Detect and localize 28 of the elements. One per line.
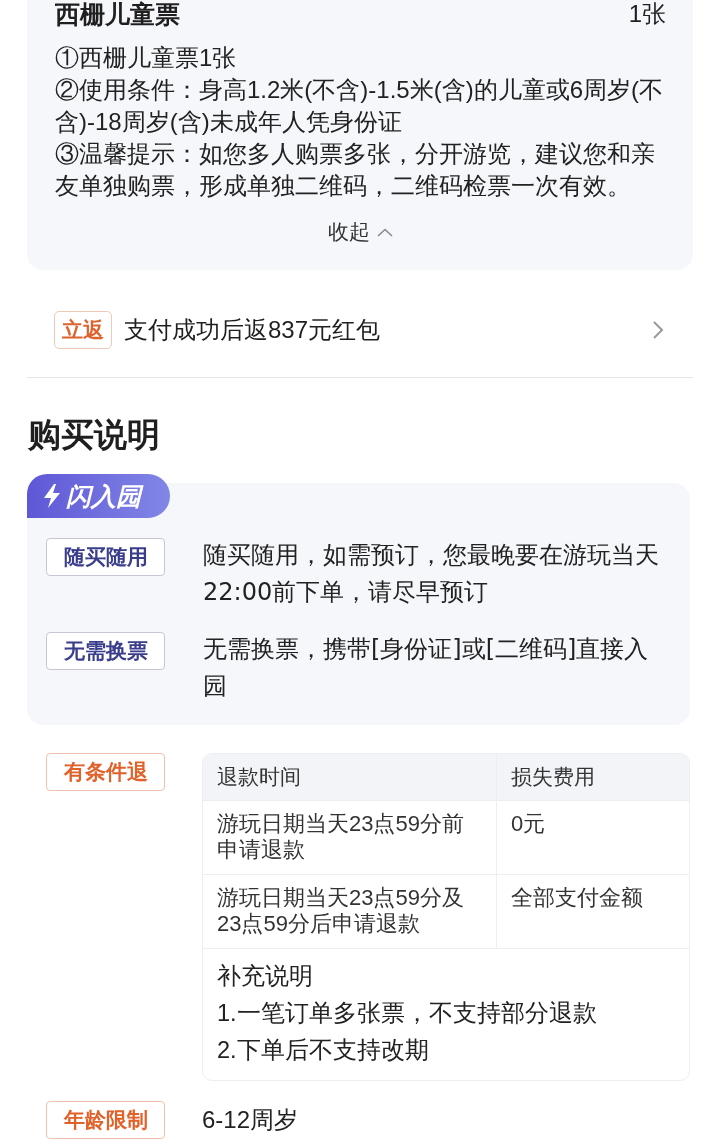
rebate-badge: 立返 xyxy=(54,311,112,349)
table-header-cell: 退款时间 xyxy=(203,754,497,800)
ticket-detail-text: ②使用条件：身高1.2米(不含)-1.5米(含)的儿童或6周岁(不含)-18周岁(含)未成年人凭身份证 xyxy=(55,75,665,137)
note-text: 1.一笔订单多张票，不支持部分退款 xyxy=(217,999,598,1028)
chevron-right-icon[interactable] xyxy=(652,320,664,340)
ticket-quantity: 1张 xyxy=(628,0,666,28)
notes-title: 补充说明 xyxy=(217,962,314,991)
feature-tag: 无需换票 xyxy=(46,632,165,670)
collapse-button[interactable]: 收起 xyxy=(328,217,393,247)
table-cell: 游玩日期当天23点59分及23点59分后申请退款 xyxy=(203,874,497,948)
table-cell: 0元 xyxy=(497,800,689,874)
table-cell: 游玩日期当天23点59分前申请退款 xyxy=(203,800,497,874)
age-limit-tag: 年龄限制 xyxy=(46,1101,165,1139)
lightning-icon xyxy=(42,484,62,508)
ticket-detail-text: ③温馨提示：如您多人购票多张，分开游览，建议您和亲友单独购票，形成单独二维码，二维码检票一次有效。 xyxy=(55,139,656,201)
table-cell: 全部支付金额 xyxy=(497,874,689,948)
chevron-up-icon xyxy=(377,227,393,237)
age-limit-text: 6-12周岁 xyxy=(202,1105,299,1135)
rebate-text: 支付成功后返837元红包 xyxy=(124,315,381,345)
refund-tag: 有条件退 xyxy=(46,753,165,791)
feature-tag: 随买随用 xyxy=(46,538,165,576)
feature-text: 随买随用，如需预订，您最晚要在游玩当天22:00前下单，请尽早预订 xyxy=(203,540,660,608)
section-heading: 购买说明 xyxy=(28,415,161,455)
ticket-title: 西栅儿童票 xyxy=(55,0,180,28)
ticket-detail-text: ①西栅儿童票1张 xyxy=(55,43,238,73)
note-text: 2.下单后不支持改期 xyxy=(217,1036,430,1065)
feature-text: 无需换票，携带[身份证]或[二维码]直接入园 xyxy=(203,634,650,702)
table-header-cell: 损失费用 xyxy=(497,754,689,800)
